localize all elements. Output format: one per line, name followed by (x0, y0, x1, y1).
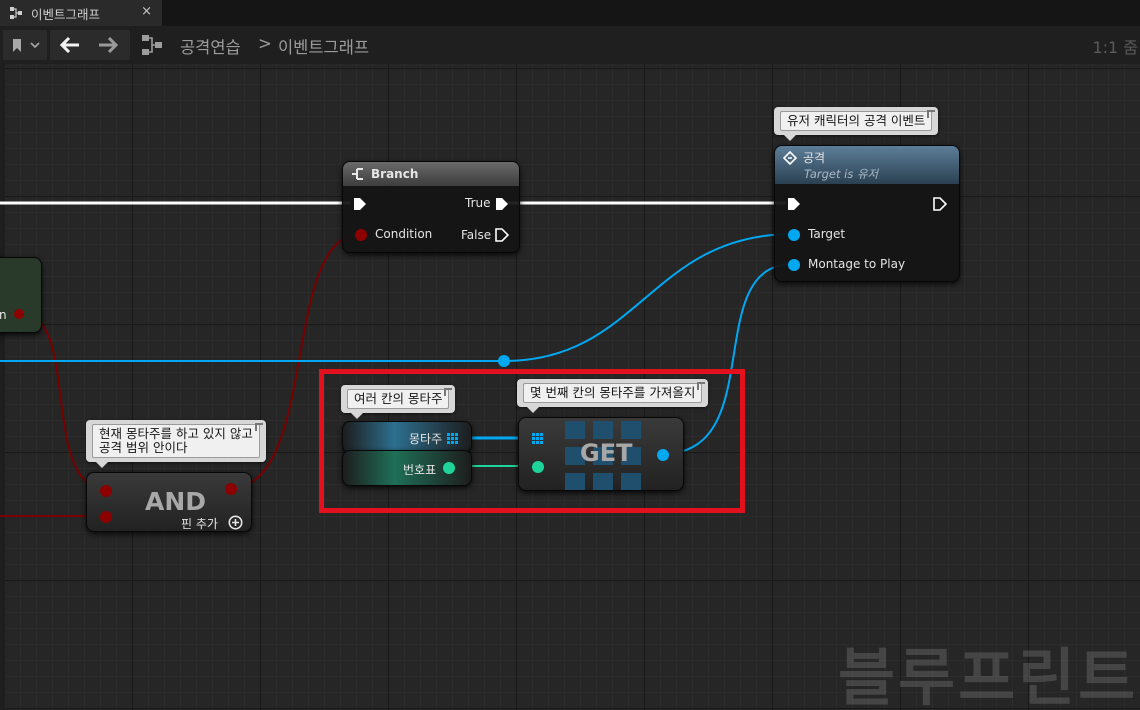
bool-input-pin-a[interactable] (100, 485, 112, 497)
wire-reroute-knot[interactable] (498, 355, 510, 367)
event-graph-icon (10, 7, 22, 19)
branch-header: Branch (343, 162, 519, 186)
bookmark-icon (13, 39, 21, 52)
tab-event-graph[interactable]: 이벤트그래프 × (0, 0, 162, 26)
branch-icon (352, 168, 363, 180)
comment-and-node[interactable]: 현재 몽타주를 하고 있지 않고 공격 범위 안이다 (86, 420, 266, 468)
watermark: 블루프린트 (838, 641, 1139, 710)
attack-function-node[interactable]: 공격 Target is 유저 Target Montage to Play (774, 145, 960, 282)
pin-icon (254, 423, 263, 431)
toolbar: 공격연습 > 이벤트그래프 1:1 줌 (0, 26, 1140, 64)
zoom-level: 1:1 줌 (1092, 38, 1138, 57)
tab-strip: 이벤트그래프 × (0, 0, 1140, 26)
montage-to-play-label: Montage to Play (808, 257, 906, 271)
close-icon[interactable]: × (141, 4, 152, 19)
bool-input-pin-b[interactable] (100, 511, 112, 523)
exec-false-pin[interactable] (495, 228, 509, 242)
and-title: AND (145, 487, 207, 516)
breadcrumb-separator: > (258, 34, 272, 53)
montage-to-play-pin[interactable] (788, 259, 800, 271)
target-pin[interactable] (788, 229, 800, 241)
exec-true-pin[interactable] (495, 197, 509, 211)
comment-attack-event[interactable]: 유저 캐릭터의 공격 이벤트 (774, 107, 939, 141)
false-label: False (461, 228, 492, 242)
breadcrumb-graph[interactable]: 이벤트그래프 (278, 34, 369, 58)
blueprint-editor-window: 이벤트그래프 × 공격연습 > 이벤트그래프 1:1 줌 Branch True… (0, 0, 1140, 710)
exec-output-pin[interactable] (933, 197, 947, 211)
condition-pin[interactable] (355, 229, 367, 241)
tab-title: 이벤트그래프 (31, 6, 101, 22)
attack-title: 공격 (803, 151, 826, 165)
blueprint-graph-icon (142, 35, 162, 55)
condition-label: Condition (375, 227, 433, 241)
add-pin-label: 핀 추가 (181, 517, 218, 531)
add-pin-icon[interactable] (228, 515, 243, 530)
branch-title: Branch (371, 167, 419, 181)
object-wire-to-target (0, 233, 794, 362)
bool-output-pin[interactable] (14, 309, 24, 319)
exec-input-pin[interactable] (353, 197, 367, 211)
navigation-group (50, 30, 130, 60)
branch-node[interactable]: Branch True Condition False (342, 161, 520, 253)
left-partial-node[interactable]: n (0, 257, 42, 333)
back-arrow-icon[interactable] (60, 37, 80, 53)
target-label: Target (808, 227, 846, 241)
breadcrumb-project[interactable]: 공격연습 (180, 34, 241, 58)
chevron-down-icon (30, 42, 40, 49)
function-diamond-icon (783, 151, 797, 165)
pin-icon (927, 110, 936, 118)
highlight-box (319, 369, 745, 513)
bool-wire-left-to-and (21, 313, 107, 491)
true-label: True (465, 196, 491, 210)
graph-canvas[interactable]: 을 때 n Branch True Condition False 유 (0, 64, 1140, 710)
bookmark-dropdown[interactable] (3, 30, 47, 60)
attack-subtitle: Target is 유저 (804, 167, 879, 181)
and-node[interactable]: AND 핀 추가 (86, 472, 252, 532)
bool-output-pin[interactable] (225, 483, 237, 495)
forward-arrow-icon[interactable] (98, 37, 118, 53)
exec-input-pin[interactable] (787, 197, 801, 211)
